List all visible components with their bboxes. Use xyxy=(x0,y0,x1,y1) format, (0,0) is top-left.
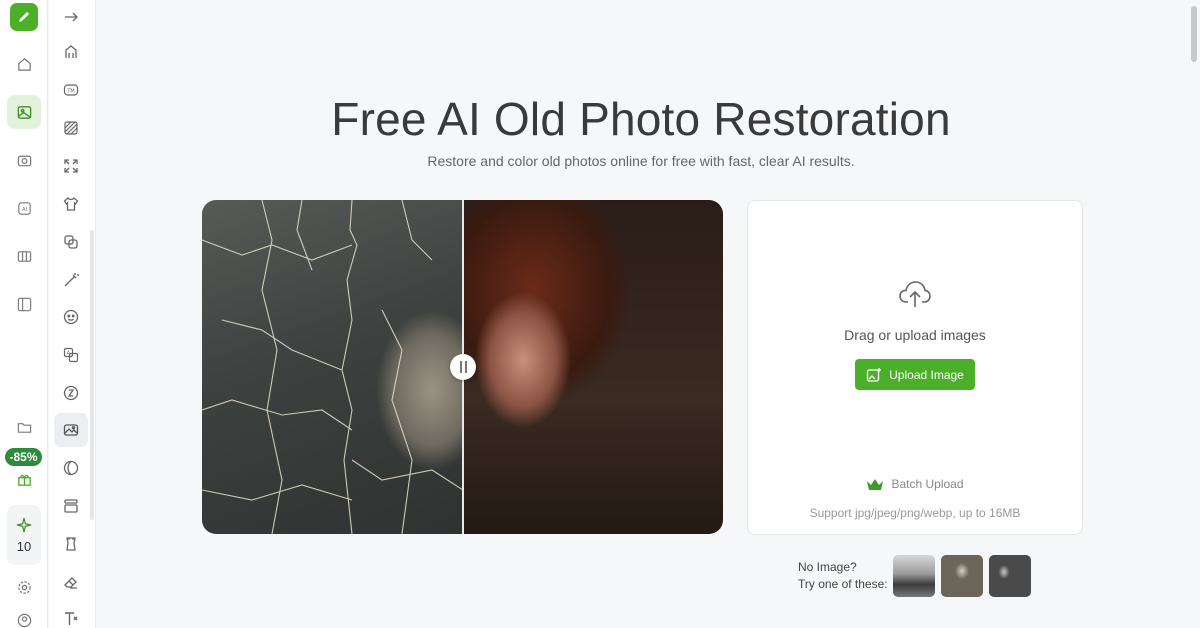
layout-icon[interactable] xyxy=(7,287,41,321)
camera-icon[interactable] xyxy=(7,143,41,177)
credits-count: 10 xyxy=(16,538,32,554)
page-scrollbar[interactable] xyxy=(1191,6,1197,62)
add-image-icon xyxy=(866,367,882,382)
clothes-icon[interactable] xyxy=(54,187,88,221)
sample-thumbnail-couple[interactable] xyxy=(989,555,1031,597)
page-subtitle: Restore and color old photos online for … xyxy=(427,153,855,169)
upload-panel[interactable]: Drag or upload images Upload Image Batch… xyxy=(747,200,1083,535)
settings-icon[interactable] xyxy=(7,570,41,604)
resize-icon[interactable] xyxy=(54,149,88,183)
drag-upload-text: Drag or upload images xyxy=(844,327,986,343)
pattern-icon[interactable] xyxy=(54,111,88,145)
upload-image-button[interactable]: Upload Image xyxy=(855,359,975,390)
svg-text:A: A xyxy=(67,351,71,357)
translate-icon[interactable]: A xyxy=(54,338,88,372)
magic-wand-icon[interactable] xyxy=(54,263,88,297)
credits-box[interactable]: 10 xyxy=(7,505,41,565)
supported-formats-text: Support jpg/jpeg/png/webp, up to 16MB xyxy=(809,506,1021,520)
colorize-icon[interactable] xyxy=(54,451,88,485)
background-icon[interactable] xyxy=(54,376,88,410)
gift-icon[interactable] xyxy=(7,462,41,496)
after-image xyxy=(463,200,723,534)
eraser-icon[interactable] xyxy=(54,565,88,599)
svg-text:TM: TM xyxy=(66,88,74,94)
batch-upload-label: Batch Upload xyxy=(891,477,964,491)
photo-restore-icon[interactable] xyxy=(54,413,88,447)
image-tools-icon[interactable] xyxy=(7,95,41,129)
ai-chip-icon[interactable]: AI xyxy=(7,191,41,225)
before-after-comparison[interactable] xyxy=(202,200,723,534)
sample-thumbnail-street[interactable] xyxy=(893,555,935,597)
text-tool-icon[interactable] xyxy=(54,601,88,628)
upscale-icon[interactable] xyxy=(54,35,88,69)
sparkle-icon xyxy=(16,517,32,532)
app-logo-icon[interactable] xyxy=(10,3,38,31)
face-icon[interactable] xyxy=(54,300,88,334)
svg-text:AI: AI xyxy=(21,206,27,212)
tool-sidebar-scrollbar[interactable] xyxy=(90,230,94,520)
samples-label-line1: No Image? xyxy=(798,560,857,574)
left-rail: AI -85% 10 xyxy=(0,0,48,628)
sample-thumbnail-portrait[interactable] xyxy=(941,555,983,597)
samples-label: No Image? Try one of these: xyxy=(798,559,888,593)
sample-images: No Image? Try one of these: xyxy=(798,555,1038,597)
gallery-icon[interactable] xyxy=(7,239,41,273)
watermark-icon[interactable]: TM xyxy=(54,73,88,107)
batch-upload-link[interactable]: Batch Upload xyxy=(748,477,1082,491)
home-icon[interactable] xyxy=(7,47,41,81)
upload-image-label: Upload Image xyxy=(889,367,964,382)
folder-icon[interactable] xyxy=(7,410,41,444)
photo-cracks xyxy=(202,200,463,534)
account-icon[interactable] xyxy=(7,603,41,628)
shapes-icon[interactable] xyxy=(54,225,88,259)
page-title: Free AI Old Photo Restoration xyxy=(331,93,951,145)
tool-sidebar: TM A xyxy=(49,0,96,628)
cloud-upload-icon xyxy=(899,281,931,307)
comparison-slider-handle[interactable] xyxy=(450,354,476,380)
samples-label-line2: Try one of these: xyxy=(798,577,888,591)
expand-arrow-icon[interactable] xyxy=(54,0,88,34)
cutout-icon[interactable] xyxy=(54,527,88,561)
crown-icon xyxy=(867,479,884,490)
layers-icon[interactable] xyxy=(54,489,88,523)
